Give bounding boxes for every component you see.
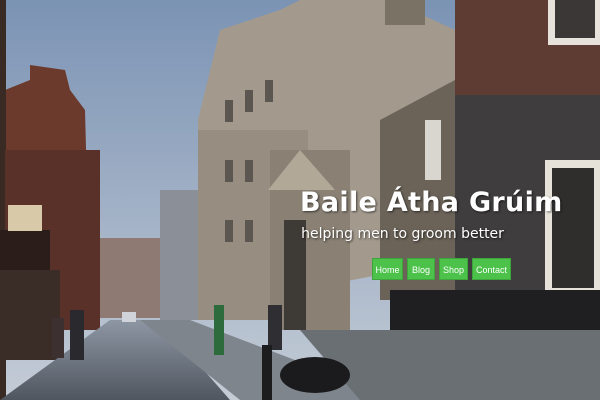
main-nav: Home Blog Shop Contact <box>372 258 511 280</box>
nav-contact-button[interactable]: Contact <box>472 258 511 280</box>
nav-blog-button[interactable]: Blog <box>407 258 435 280</box>
nav-shop-button[interactable]: Shop <box>439 258 468 280</box>
site-tagline: helping men to groom better <box>301 226 504 242</box>
hero-overlay: Baile Átha Grúim helping men to groom be… <box>300 183 563 243</box>
site-title: Baile Átha Grúim <box>300 187 563 218</box>
nav-home-button[interactable]: Home <box>372 258 403 280</box>
